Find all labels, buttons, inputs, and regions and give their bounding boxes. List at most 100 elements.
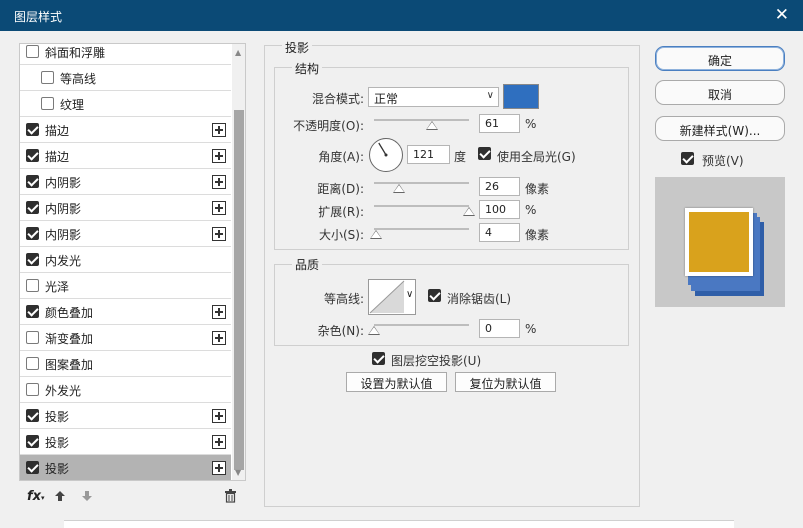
add-effect-icon[interactable]: [212, 461, 226, 475]
effect-row[interactable]: 外发光: [20, 377, 231, 403]
effect-checkbox[interactable]: [41, 71, 54, 84]
spread-field[interactable]: 100: [479, 200, 520, 219]
effect-checkbox[interactable]: [26, 305, 39, 318]
knockout-label: 图层挖空投影(U): [391, 354, 482, 368]
effect-label: 内阴影: [45, 202, 82, 216]
angle-field[interactable]: 121: [407, 145, 450, 164]
size-unit: 像素: [525, 228, 550, 242]
structure-title: 结构: [292, 60, 323, 77]
effect-row[interactable]: 投影: [20, 429, 231, 455]
effect-row[interactable]: 内阴影: [20, 169, 231, 195]
effect-row[interactable]: 等高线: [20, 65, 231, 91]
scroll-down-icon[interactable]: ▼: [235, 468, 241, 477]
opacity-unit: %: [525, 117, 537, 131]
effect-row[interactable]: 内阴影: [20, 221, 231, 247]
effect-checkbox[interactable]: [26, 123, 39, 136]
effect-label: 斜面和浮雕: [45, 46, 106, 60]
style-preview: [655, 177, 785, 307]
arrow-down-icon[interactable]: [81, 490, 93, 502]
antialias-label: 消除锯齿(L): [447, 292, 512, 306]
effect-row[interactable]: 投影: [20, 455, 231, 480]
scroll-up-icon[interactable]: ▲: [235, 48, 241, 57]
effect-row[interactable]: 纹理: [20, 91, 231, 117]
effect-row[interactable]: 内发光: [20, 247, 231, 273]
knockout-checkbox[interactable]: [372, 352, 385, 365]
effect-checkbox[interactable]: [26, 279, 39, 292]
add-effect-icon[interactable]: [212, 409, 226, 423]
add-effect-icon[interactable]: [212, 201, 226, 215]
distance-slider-thumb[interactable]: [392, 184, 405, 193]
effect-checkbox[interactable]: [26, 253, 39, 266]
effect-checkbox[interactable]: [26, 409, 39, 422]
effect-label: 渐变叠加: [45, 332, 94, 346]
effect-row[interactable]: 投影: [20, 403, 231, 429]
opacity-field[interactable]: 61: [479, 114, 520, 133]
spread-slider-thumb[interactable]: [463, 207, 475, 216]
effect-checkbox[interactable]: [26, 149, 39, 162]
noise-slider[interactable]: [374, 324, 469, 326]
add-effect-icon[interactable]: [212, 305, 226, 319]
size-slider-thumb[interactable]: [369, 230, 382, 239]
spread-slider[interactable]: [374, 205, 469, 207]
add-effect-icon[interactable]: [212, 227, 226, 241]
effect-row[interactable]: 图案叠加: [20, 351, 231, 377]
shadow-color-swatch[interactable]: [503, 84, 539, 109]
effect-row[interactable]: 颜色叠加: [20, 299, 231, 325]
trash-icon[interactable]: [224, 489, 237, 503]
effect-label: 内发光: [45, 254, 82, 268]
antialias-checkbox[interactable]: [428, 289, 441, 302]
add-effect-icon[interactable]: [212, 435, 226, 449]
effect-checkbox[interactable]: [26, 201, 39, 214]
effect-checkbox[interactable]: [41, 97, 54, 110]
add-effect-icon[interactable]: [212, 175, 226, 189]
blend-mode-select[interactable]: 正常 ∨: [368, 87, 499, 107]
angle-dial[interactable]: [368, 137, 404, 173]
cancel-button[interactable]: 取消: [655, 80, 785, 105]
effect-checkbox[interactable]: [26, 227, 39, 240]
effect-checkbox[interactable]: [26, 435, 39, 448]
preview-label: 预览(V): [702, 154, 744, 168]
quality-title: 品质: [292, 256, 323, 273]
effect-row[interactable]: 渐变叠加: [20, 325, 231, 351]
opacity-slider[interactable]: [374, 119, 469, 121]
contour-preview-icon: [369, 280, 405, 314]
effect-checkbox[interactable]: [26, 461, 39, 474]
spread-unit: %: [525, 203, 537, 217]
effect-label: 投影: [45, 462, 70, 476]
noise-slider-thumb[interactable]: [368, 326, 380, 335]
effect-label: 等高线: [60, 72, 97, 86]
effect-row[interactable]: 描边: [20, 143, 231, 169]
effect-checkbox[interactable]: [26, 175, 39, 188]
effect-row[interactable]: 斜面和浮雕: [20, 44, 231, 65]
fx-button[interactable]: fx▾: [27, 489, 45, 504]
contour-picker[interactable]: ∨: [368, 279, 416, 315]
effect-checkbox[interactable]: [26, 383, 39, 396]
effect-row[interactable]: 内阴影: [20, 195, 231, 221]
add-effect-icon[interactable]: [212, 123, 226, 137]
scrollbar-thumb[interactable]: [234, 110, 244, 470]
close-icon[interactable]: ✕: [775, 5, 789, 25]
chevron-down-icon: ∨: [486, 90, 494, 101]
ok-button[interactable]: 确定: [655, 46, 785, 71]
effect-checkbox[interactable]: [26, 331, 39, 344]
distance-slider[interactable]: [374, 182, 469, 184]
blend-mode-label: 混合模式:: [311, 92, 364, 106]
reset-default-button[interactable]: 复位为默认值: [455, 372, 556, 392]
effect-row[interactable]: 描边: [20, 117, 231, 143]
effect-row[interactable]: 光泽: [20, 273, 231, 299]
effect-checkbox[interactable]: [26, 45, 39, 58]
set-default-button[interactable]: 设置为默认值: [346, 372, 447, 392]
new-style-button[interactable]: 新建样式(W)...: [655, 116, 785, 141]
size-slider[interactable]: [374, 228, 469, 230]
add-effect-icon[interactable]: [212, 149, 226, 163]
arrow-up-icon[interactable]: [54, 490, 66, 502]
effect-checkbox[interactable]: [26, 357, 39, 370]
size-field[interactable]: 4: [479, 223, 520, 242]
distance-field[interactable]: 26: [479, 177, 520, 196]
add-effect-icon[interactable]: [212, 331, 226, 345]
noise-field[interactable]: 0: [479, 319, 520, 338]
preview-checkbox[interactable]: [681, 152, 694, 165]
opacity-slider-thumb[interactable]: [425, 121, 438, 130]
global-light-checkbox[interactable]: [478, 147, 491, 160]
window-bottom-edge: [64, 520, 734, 528]
